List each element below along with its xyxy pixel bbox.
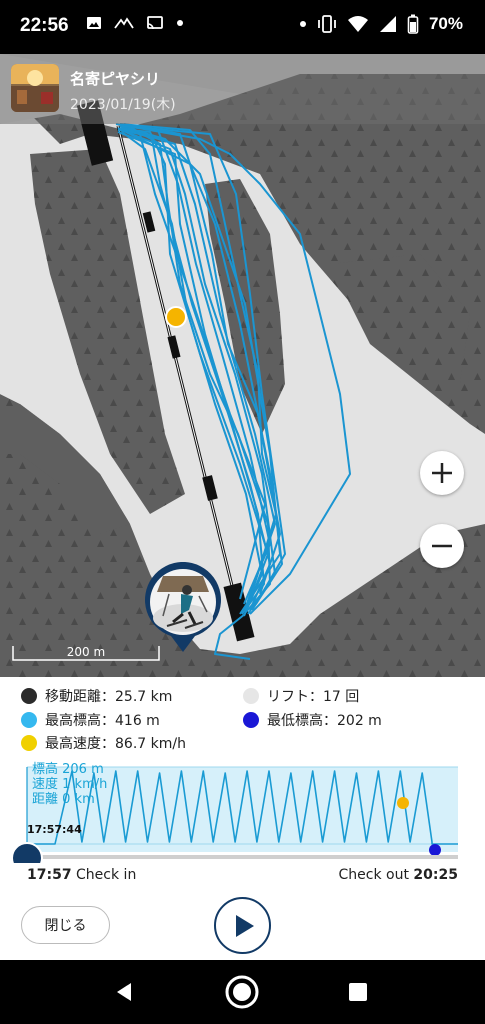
min-altitude-dot — [243, 712, 259, 728]
check-out-time: 20:25 — [413, 867, 458, 883]
cursor-time: 17:57:44 — [27, 823, 82, 836]
max-speed-point — [397, 797, 409, 809]
play-button[interactable] — [214, 897, 271, 954]
distance-stat: 移動距離：25.7 km — [21, 686, 172, 706]
system-icons: 70% — [299, 14, 463, 34]
lift-count-text: リフト：17 回 — [267, 689, 360, 705]
max-altitude-text: 最高標高：416 m — [45, 713, 160, 729]
lift-count-stat: リフト：17 回 — [243, 686, 359, 706]
recents-icon — [349, 983, 367, 1001]
distance-text: 移動距離：25.7 km — [45, 689, 173, 705]
check-in-time: 17:57 — [27, 867, 72, 883]
max-speed-marker — [165, 306, 187, 328]
max-altitude-dot — [21, 712, 37, 728]
altitude-timeline[interactable]: 標高 206 m 速度 1 km/h 距離 0 km 17:57:44 17:5… — [0, 759, 485, 891]
image-icon — [87, 17, 101, 29]
chart-readout: 標高 206 m 速度 1 km/h 距離 0 km — [32, 762, 107, 807]
home-button[interactable] — [224, 974, 260, 1010]
plus-icon — [432, 463, 452, 483]
wifi-icon — [347, 16, 368, 32]
lift-dot — [243, 688, 259, 704]
close-button[interactable]: 閉じる — [21, 906, 110, 944]
map-header: 名寄ピヤシリ 2023/01/19(木) — [0, 54, 485, 124]
dot-icon — [299, 21, 306, 27]
check-in-label: Check in — [76, 867, 137, 883]
map-view[interactable]: 名寄ピヤシリ 2023/01/19(木) 200 m — [0, 54, 485, 677]
status-time: 22:56 — [20, 15, 69, 36]
scale-bar: 200 m — [12, 644, 160, 662]
minus-icon — [432, 544, 452, 548]
signal-icon — [379, 16, 396, 32]
stats-legend: 移動距離：25.7 km リフト：17 回 最高標高：416 m 最低標高：20… — [0, 677, 485, 759]
scrub-track — [27, 855, 458, 859]
home-icon — [225, 975, 259, 1009]
max-speed-stat: 最高速度：86.7 km/h — [21, 733, 186, 753]
scrub-handle — [11, 842, 43, 863]
check-in: 17:57 Check in — [27, 867, 136, 883]
back-button[interactable] — [106, 974, 142, 1010]
battery-percent: 70% — [428, 14, 463, 33]
min-altitude-text: 最低標高：202 m — [267, 713, 382, 729]
activity-date: 2023/01/19(木) — [70, 97, 176, 113]
check-out: Check out 20:25 — [339, 867, 458, 883]
zoom-in-button[interactable] — [420, 451, 464, 495]
status-bar: 22:56 70% — [0, 0, 485, 54]
ski-area-map[interactable] — [0, 54, 485, 677]
check-row: 17:57 Check in Check out 20:25 — [0, 863, 485, 887]
min-altitude-point — [429, 844, 441, 856]
place-name: 名寄ピヤシリ — [70, 70, 161, 88]
play-icon — [235, 914, 254, 937]
distance-dot — [21, 688, 37, 704]
recents-button[interactable] — [340, 974, 376, 1010]
zoom-out-button[interactable] — [420, 524, 464, 568]
max-speed-dot — [21, 735, 37, 751]
max-speed-text: 最高速度：86.7 km/h — [45, 736, 186, 752]
place-avatar[interactable] — [11, 64, 59, 112]
scale-label: 200 m — [66, 645, 106, 659]
speed-readout: 速度 1 km/h — [32, 777, 108, 792]
distance-readout: 距離 0 km — [32, 792, 95, 807]
vibrate-icon — [318, 15, 336, 33]
cast-icon — [147, 16, 163, 30]
altitude-readout: 標高 206 m — [32, 762, 104, 777]
min-altitude-stat: 最低標高：202 m — [243, 710, 382, 730]
max-altitude-stat: 最高標高：416 m — [21, 710, 160, 730]
notification-icons — [86, 15, 184, 31]
check-out-label: Check out — [338, 867, 409, 883]
photo-pin[interactable] — [143, 561, 223, 654]
back-icon — [117, 983, 131, 1001]
screen: 22:56 70% 名寄ピヤシリ 2023/01/19(木) 200 m 移動距… — [0, 0, 485, 1024]
mountain-icon — [114, 17, 134, 29]
battery-icon — [407, 14, 419, 34]
system-nav-bar — [0, 960, 485, 1024]
dot-icon — [177, 20, 183, 26]
